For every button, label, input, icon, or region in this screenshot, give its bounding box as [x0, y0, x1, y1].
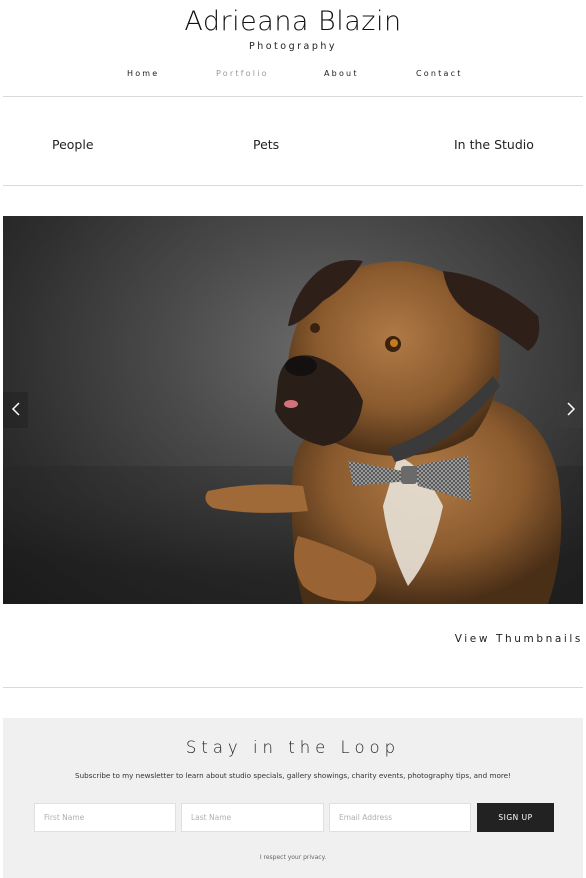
sign-up-button[interactable]: SIGN UP — [477, 803, 554, 832]
nav-item-about[interactable]: About — [324, 69, 359, 78]
main-nav: Home Portfolio About Contact — [0, 69, 586, 81]
nav-item-home[interactable]: Home — [127, 69, 159, 78]
view-thumbnails-link[interactable]: View Thumbnails — [455, 633, 583, 645]
newsletter-title: Stay in the Loop — [185, 738, 401, 757]
chevron-left-icon — [11, 401, 21, 420]
dog-photo — [3, 260, 583, 604]
slideshow-image[interactable] — [3, 216, 583, 604]
chevron-right-icon — [566, 401, 576, 420]
divider — [3, 185, 583, 186]
divider — [3, 687, 583, 688]
slideshow-next-button[interactable] — [558, 392, 583, 428]
site-title[interactable]: Adrieana Blazin — [0, 6, 586, 37]
nav-item-portfolio[interactable]: Portfolio — [216, 69, 269, 78]
category-pets[interactable]: Pets — [253, 137, 279, 152]
slideshow-prev-button[interactable] — [3, 392, 28, 428]
newsletter-section: Stay in the Loop Subscribe to my newslet… — [3, 718, 583, 878]
first-name-field[interactable] — [34, 803, 176, 832]
newsletter-description: Subscribe to my newsletter to learn abou… — [75, 771, 511, 780]
site-subtitle: Photography — [248, 41, 338, 52]
category-in-the-studio[interactable]: In the Studio — [454, 137, 534, 152]
privacy-note: I respect your privacy. — [259, 854, 327, 861]
email-field[interactable] — [329, 803, 471, 832]
divider — [3, 96, 583, 97]
nav-item-contact[interactable]: Contact — [416, 69, 463, 78]
category-people[interactable]: People — [52, 137, 94, 152]
last-name-field[interactable] — [181, 803, 324, 832]
